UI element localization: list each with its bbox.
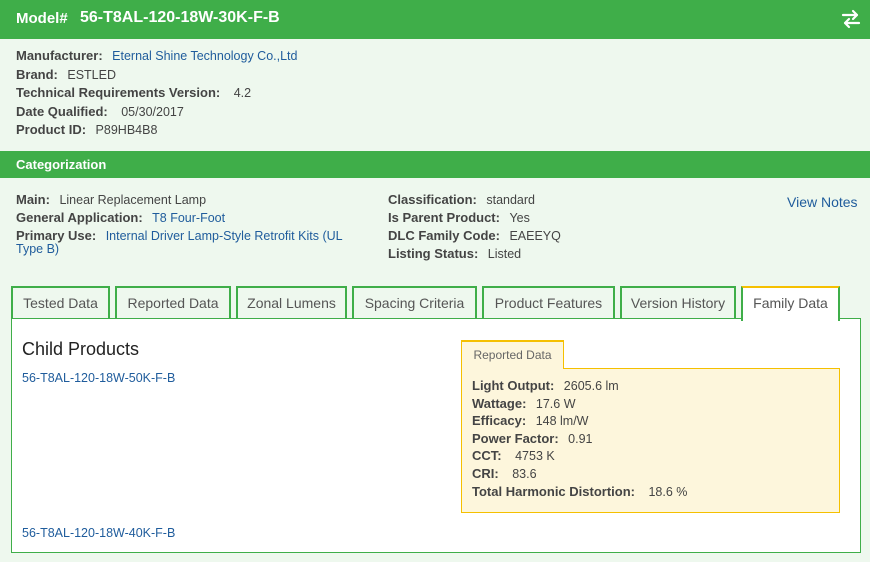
listing-status-row: Listing Status: Listed xyxy=(388,246,521,262)
tab-version-history[interactable]: Version History xyxy=(620,286,736,319)
classification-label: Classification: xyxy=(388,192,477,207)
family-code-label: DLC Family Code: xyxy=(388,228,500,243)
product-id-value: P89HB4B8 xyxy=(95,123,158,137)
wattage-value: 17.6 W xyxy=(535,397,576,411)
tab-tested-data[interactable]: Tested Data xyxy=(11,286,110,319)
cri-row: CRI: 83.6 xyxy=(472,466,537,481)
date-qualified-row: Date Qualified: 05/30/2017 xyxy=(16,104,184,120)
date-qualified-value: 05/30/2017 xyxy=(121,105,184,119)
power-factor-value: 0.91 xyxy=(568,432,593,446)
tab-product-features[interactable]: Product Features xyxy=(482,286,615,319)
light-output-label: Light Output: xyxy=(472,378,555,393)
reported-data-tab[interactable]: Reported Data xyxy=(461,340,564,369)
manufacturer-link[interactable]: Eternal Shine Technology Co.,Ltd xyxy=(112,49,297,63)
power-factor-row: Power Factor: 0.91 xyxy=(472,431,593,446)
tab-zonal-lumens[interactable]: Zonal Lumens xyxy=(236,286,347,319)
child-products-title: Child Products xyxy=(22,339,140,359)
primary-use-link-continued[interactable]: Type B) xyxy=(16,241,59,257)
tab-reported-data[interactable]: Reported Data xyxy=(115,286,231,319)
manufacturer-row: Manufacturer: Eternal Shine Technology C… xyxy=(16,48,297,64)
child-product-link[interactable]: 56-T8AL-120-18W-50K-F-B xyxy=(22,371,175,385)
view-notes-link[interactable]: View Notes xyxy=(787,194,858,210)
power-factor-label: Power Factor: xyxy=(472,431,559,446)
tech-req-label: Technical Requirements Version: xyxy=(16,85,221,100)
wattage-label: Wattage: xyxy=(472,396,527,411)
model-number: 56-T8AL-120-18W-30K-F-B xyxy=(80,9,280,26)
tech-req-row: Technical Requirements Version: 4.2 xyxy=(16,85,251,101)
efficacy-label: Efficacy: xyxy=(472,413,527,428)
is-parent-label: Is Parent Product: xyxy=(388,210,500,225)
tab-spacing-criteria[interactable]: Spacing Criteria xyxy=(352,286,477,319)
thd-row: Total Harmonic Distortion: 18.6 % xyxy=(472,484,687,499)
manufacturer-label: Manufacturer: xyxy=(16,48,103,63)
cct-value: 4753 K xyxy=(515,449,555,463)
general-application-link[interactable]: T8 Four-Foot xyxy=(152,211,225,225)
efficacy-row: Efficacy: 148 lm/W xyxy=(472,413,588,428)
cct-label: CCT: xyxy=(472,448,502,463)
brand-label: Brand: xyxy=(16,67,58,82)
general-application-row: General Application: T8 Four-Foot xyxy=(16,210,225,226)
main-row: Main: Linear Replacement Lamp xyxy=(16,192,206,208)
primary-use-row: Primary Use: Internal Driver Lamp-Style … xyxy=(16,228,343,244)
primary-use-link[interactable]: Internal Driver Lamp-Style Retrofit Kits… xyxy=(106,229,343,243)
is-parent-row: Is Parent Product: Yes xyxy=(388,210,530,226)
product-id-label: Product ID: xyxy=(16,122,87,137)
model-label: Model# xyxy=(16,10,68,27)
light-output-row: Light Output: 2605.6 lm xyxy=(472,378,619,393)
listing-status-label: Listing Status: xyxy=(388,246,479,261)
categorization-header: Categorization xyxy=(0,151,870,178)
product-id-row: Product ID: P89HB4B8 xyxy=(16,122,157,138)
thd-label: Total Harmonic Distortion: xyxy=(472,484,635,499)
tab-family-data[interactable]: Family Data xyxy=(741,286,840,321)
child-product-link[interactable]: 56-T8AL-120-18W-40K-F-B xyxy=(22,526,175,540)
wattage-row: Wattage: 17.6 W xyxy=(472,396,576,411)
light-output-value: 2605.6 lm xyxy=(563,379,619,393)
cri-value: 83.6 xyxy=(512,467,537,481)
main-value: Linear Replacement Lamp xyxy=(59,193,207,207)
brand-value: ESTLED xyxy=(67,68,117,82)
date-qualified-label: Date Qualified: xyxy=(16,104,108,119)
swap-arrows-icon[interactable] xyxy=(840,8,862,30)
listing-status-value: Listed xyxy=(487,247,522,261)
classification-value: standard xyxy=(486,193,535,207)
family-code-value: EAEEYQ xyxy=(509,229,561,243)
tech-req-value: 4.2 xyxy=(233,86,252,100)
cct-row: CCT: 4753 K xyxy=(472,448,555,463)
family-code-row: DLC Family Code: EAEEYQ xyxy=(388,228,561,244)
classification-row: Classification: standard xyxy=(388,192,535,208)
cri-label: CRI: xyxy=(472,466,499,481)
is-parent-value: Yes xyxy=(509,211,530,225)
model-header: Model# 56-T8AL-120-18W-30K-F-B xyxy=(0,0,870,39)
general-application-label: General Application: xyxy=(16,210,143,225)
brand-row: Brand: ESTLED xyxy=(16,67,116,83)
thd-value: 18.6 % xyxy=(648,485,688,499)
efficacy-value: 148 lm/W xyxy=(535,414,589,428)
main-label: Main: xyxy=(16,192,50,207)
